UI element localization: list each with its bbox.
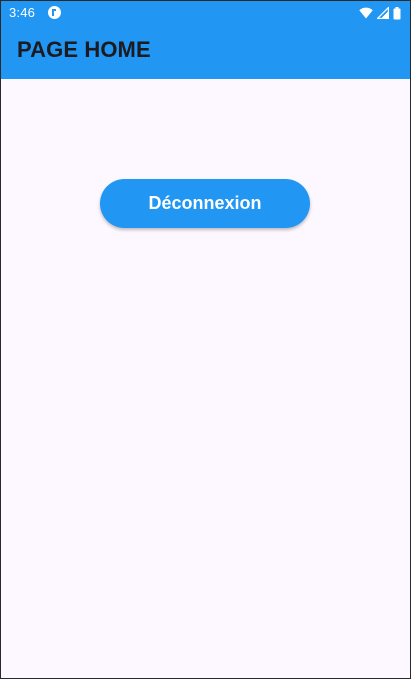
logout-button[interactable]: Déconnexion (100, 179, 310, 228)
notification-icon (48, 6, 61, 19)
wifi-icon (359, 7, 373, 19)
status-time: 3:46 (9, 5, 36, 20)
device-screen: 3:46 PAGE HOME Déconnexion (0, 0, 411, 679)
signal-icon (377, 7, 389, 19)
app-header: 3:46 PAGE HOME (1, 1, 410, 79)
page-title: PAGE HOME (17, 37, 151, 62)
main-content: Déconnexion (1, 79, 410, 678)
system-icons (359, 6, 401, 20)
status-bar: 3:46 (1, 1, 410, 25)
battery-icon (393, 6, 401, 20)
